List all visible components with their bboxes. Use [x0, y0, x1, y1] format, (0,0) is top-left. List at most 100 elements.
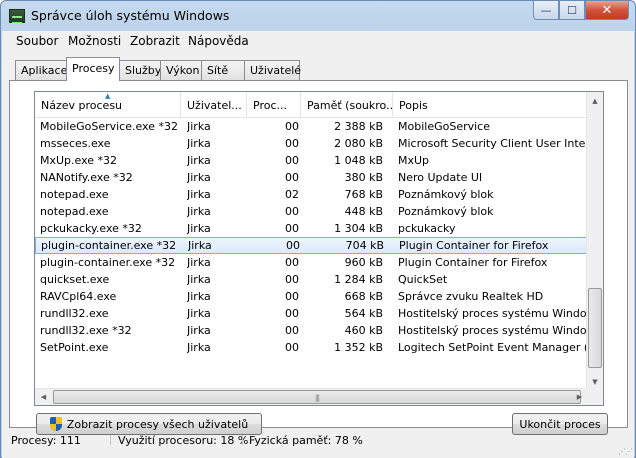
cell-user: Jirka [187, 188, 211, 201]
cell-process-name: notepad.exe [40, 188, 109, 201]
cell-memory: 564 kB [344, 307, 383, 320]
cell-cpu: 00 [285, 171, 299, 184]
tab-vykon[interactable]: Výkon [160, 60, 202, 80]
cell-memory: 2 080 kB [334, 137, 383, 150]
column-header-name[interactable]: ▲ Název procesu [35, 92, 181, 118]
table-row[interactable]: notepad.exe Jirka 02 768 kB Poznámkový blok [35, 186, 591, 203]
menu-napoveda[interactable]: Nápověda [188, 34, 249, 48]
cell-process-name: rundll32.exe *32 [40, 324, 132, 337]
table-row[interactable]: MobileGoService.exe *32 Jirka 00 2 388 kB Mo… [35, 118, 591, 135]
cell-memory: 448 kB [344, 205, 383, 218]
table-row[interactable]: pckukacky.exe *32 Jirka 00 1 304 kB pckukack… [35, 220, 591, 237]
cell-description: Poznámkový blok [398, 188, 494, 201]
cell-process-name: MobileGoService.exe *32 [40, 120, 178, 133]
column-header-memory[interactable]: Paměť (soukro... [301, 92, 393, 118]
cell-description: Správce zvuku Realtek HD [398, 290, 544, 303]
cell-description: Plugin Container for Firefox [399, 239, 549, 252]
cell-process-name: MxUp.exe *32 [40, 154, 118, 167]
cell-cpu: 00 [285, 341, 299, 354]
cell-cpu: 00 [285, 120, 299, 133]
horizontal-scrollbar[interactable]: ◀ ||| ▶ [35, 388, 588, 405]
cell-process-name: plugin-container.exe *32 [40, 256, 176, 269]
tab-procesy[interactable]: Procesy [66, 57, 120, 81]
cell-cpu: 00 [285, 307, 299, 320]
table-row[interactable]: RAVCpl64.exe Jirka 00 668 kB Správce zvuku R… [35, 288, 591, 305]
grip-icon: ||| [314, 394, 320, 402]
end-process-button[interactable]: Ukončit proces [512, 413, 608, 435]
cell-description: MxUp [398, 154, 430, 167]
uac-shield-icon [49, 417, 62, 431]
cell-memory: 380 kB [344, 171, 383, 184]
cell-cpu: 00 [285, 205, 299, 218]
cell-process-name: plugin-container.exe *32 [41, 239, 177, 252]
cell-cpu: 00 [285, 290, 299, 303]
cell-description: Hostitelský proces systému Windows (... [398, 307, 593, 320]
column-header-user[interactable]: Uživatel... [181, 92, 247, 118]
table-row[interactable]: rundll32.exe *32 Jirka 00 460 kB Hostitelský… [35, 322, 593, 339]
table-row[interactable]: plugin-container.exe *32 Jirka 00 704 kB Plu… [35, 237, 591, 254]
table-row[interactable]: SetPoint.exe Jirka 00 1 352 kB Logitech SetP… [35, 339, 593, 356]
cell-process-name: rundll32.exe [40, 307, 109, 320]
table-row[interactable]: MxUp.exe *32 Jirka 00 1 048 kB MxUp [35, 152, 591, 169]
cell-cpu: 02 [285, 188, 299, 201]
cell-process-name: pckukacky.exe *32 [40, 222, 142, 235]
tab-aplikace[interactable]: Aplikace [15, 60, 67, 80]
column-header-cpu[interactable]: Proc... [247, 92, 301, 118]
cell-description: MobileGoService [398, 120, 490, 133]
cell-cpu: 00 [285, 256, 299, 269]
menu-moznosti[interactable]: Možnosti [68, 34, 121, 48]
cell-user: Jirka [187, 256, 211, 269]
minimize-button[interactable]: — [533, 1, 559, 20]
table-row[interactable]: rundll32.exe Jirka 00 564 kB Hostitelský pro… [35, 305, 593, 322]
vertical-scrollbar[interactable]: ▲ ▼ [586, 92, 603, 390]
menu-zobrazit[interactable]: Zobrazit [130, 34, 180, 48]
cell-user: Jirka [187, 290, 211, 303]
maximize-button[interactable]: ☐ [559, 1, 585, 20]
cell-memory: 668 kB [344, 290, 383, 303]
size-grip-icon[interactable]: ⋰⋰ [618, 447, 633, 456]
close-button[interactable]: ✕ [585, 1, 629, 20]
title-bar[interactable]: Správce úloh systému Windows — ☐ ✕ [1, 1, 635, 31]
cell-memory: 460 kB [344, 324, 383, 337]
cell-process-name: RAVCpl64.exe [40, 290, 117, 303]
cell-process-name: msseces.exe [40, 137, 111, 150]
tab-sluzby[interactable]: Služby [119, 60, 161, 80]
status-physical-memory: Fyzická paměť: 78 % [249, 434, 363, 447]
tab-site[interactable]: Sítě [201, 60, 245, 80]
task-manager-icon [9, 9, 25, 23]
table-row[interactable]: NANotify.exe *32 Jirka 00 380 kB Nero Update… [35, 169, 591, 186]
table-row[interactable]: plugin-container.exe *32 Jirka 00 960 kB Plu… [35, 254, 591, 271]
cell-description: Microsoft Security Client User Interface [398, 137, 593, 150]
vertical-scroll-thumb[interactable] [588, 288, 602, 368]
process-rows: MobileGoService.exe *32 Jirka 00 2 388 kB Mo… [35, 118, 593, 356]
cell-memory: 1 304 kB [334, 222, 383, 235]
cell-user: Jirka [187, 171, 211, 184]
menu-soubor[interactable]: Soubor [16, 34, 58, 48]
table-row[interactable]: notepad.exe Jirka 00 448 kB Poznámkový blok [35, 203, 591, 220]
cell-user: Jirka [187, 222, 211, 235]
cell-memory: 960 kB [344, 256, 383, 269]
cell-cpu: 00 [285, 273, 299, 286]
cell-user: Jirka [187, 307, 211, 320]
cell-memory: 1 352 kB [334, 341, 383, 354]
cell-process-name: quickset.exe [40, 273, 110, 286]
tab-uzivatele[interactable]: Uživatelé [244, 60, 301, 80]
client-area: Aplikace Procesy Služby Výkon Sítě Uživa… [2, 53, 634, 458]
scroll-up-icon[interactable]: ▲ [587, 92, 603, 109]
cell-description: Hostitelský proces systému Windows (... [398, 324, 593, 337]
sort-ascending-icon: ▲ [105, 92, 111, 100]
status-cpu-usage: Využití procesoru: 18 % [118, 434, 249, 447]
table-row[interactable]: msseces.exe Jirka 00 2 080 kB Microsoft Secu… [35, 135, 593, 152]
scroll-left-icon[interactable]: ◀ [35, 389, 52, 405]
cell-user: Jirka [187, 120, 211, 133]
column-header-description[interactable]: Popis [393, 92, 591, 118]
cell-user: Jirka [187, 154, 211, 167]
column-header-row: ▲ Název procesu Uživatel... Proc... Pamě… [35, 92, 591, 118]
table-row[interactable]: quickset.exe Jirka 00 1 284 kB QuickSet [35, 271, 591, 288]
cell-cpu: 00 [286, 239, 300, 252]
window-title: Správce úloh systému Windows [31, 8, 230, 23]
show-all-processes-button[interactable]: Zobrazit procesy všech uživatelů [36, 413, 262, 435]
horizontal-scroll-thumb[interactable]: ||| [53, 390, 581, 404]
process-list[interactable]: ▲ Název procesu Uživatel... Proc... Pamě… [34, 91, 604, 406]
menu-bar: Soubor Možnosti Zobrazit Nápověda [2, 31, 634, 53]
